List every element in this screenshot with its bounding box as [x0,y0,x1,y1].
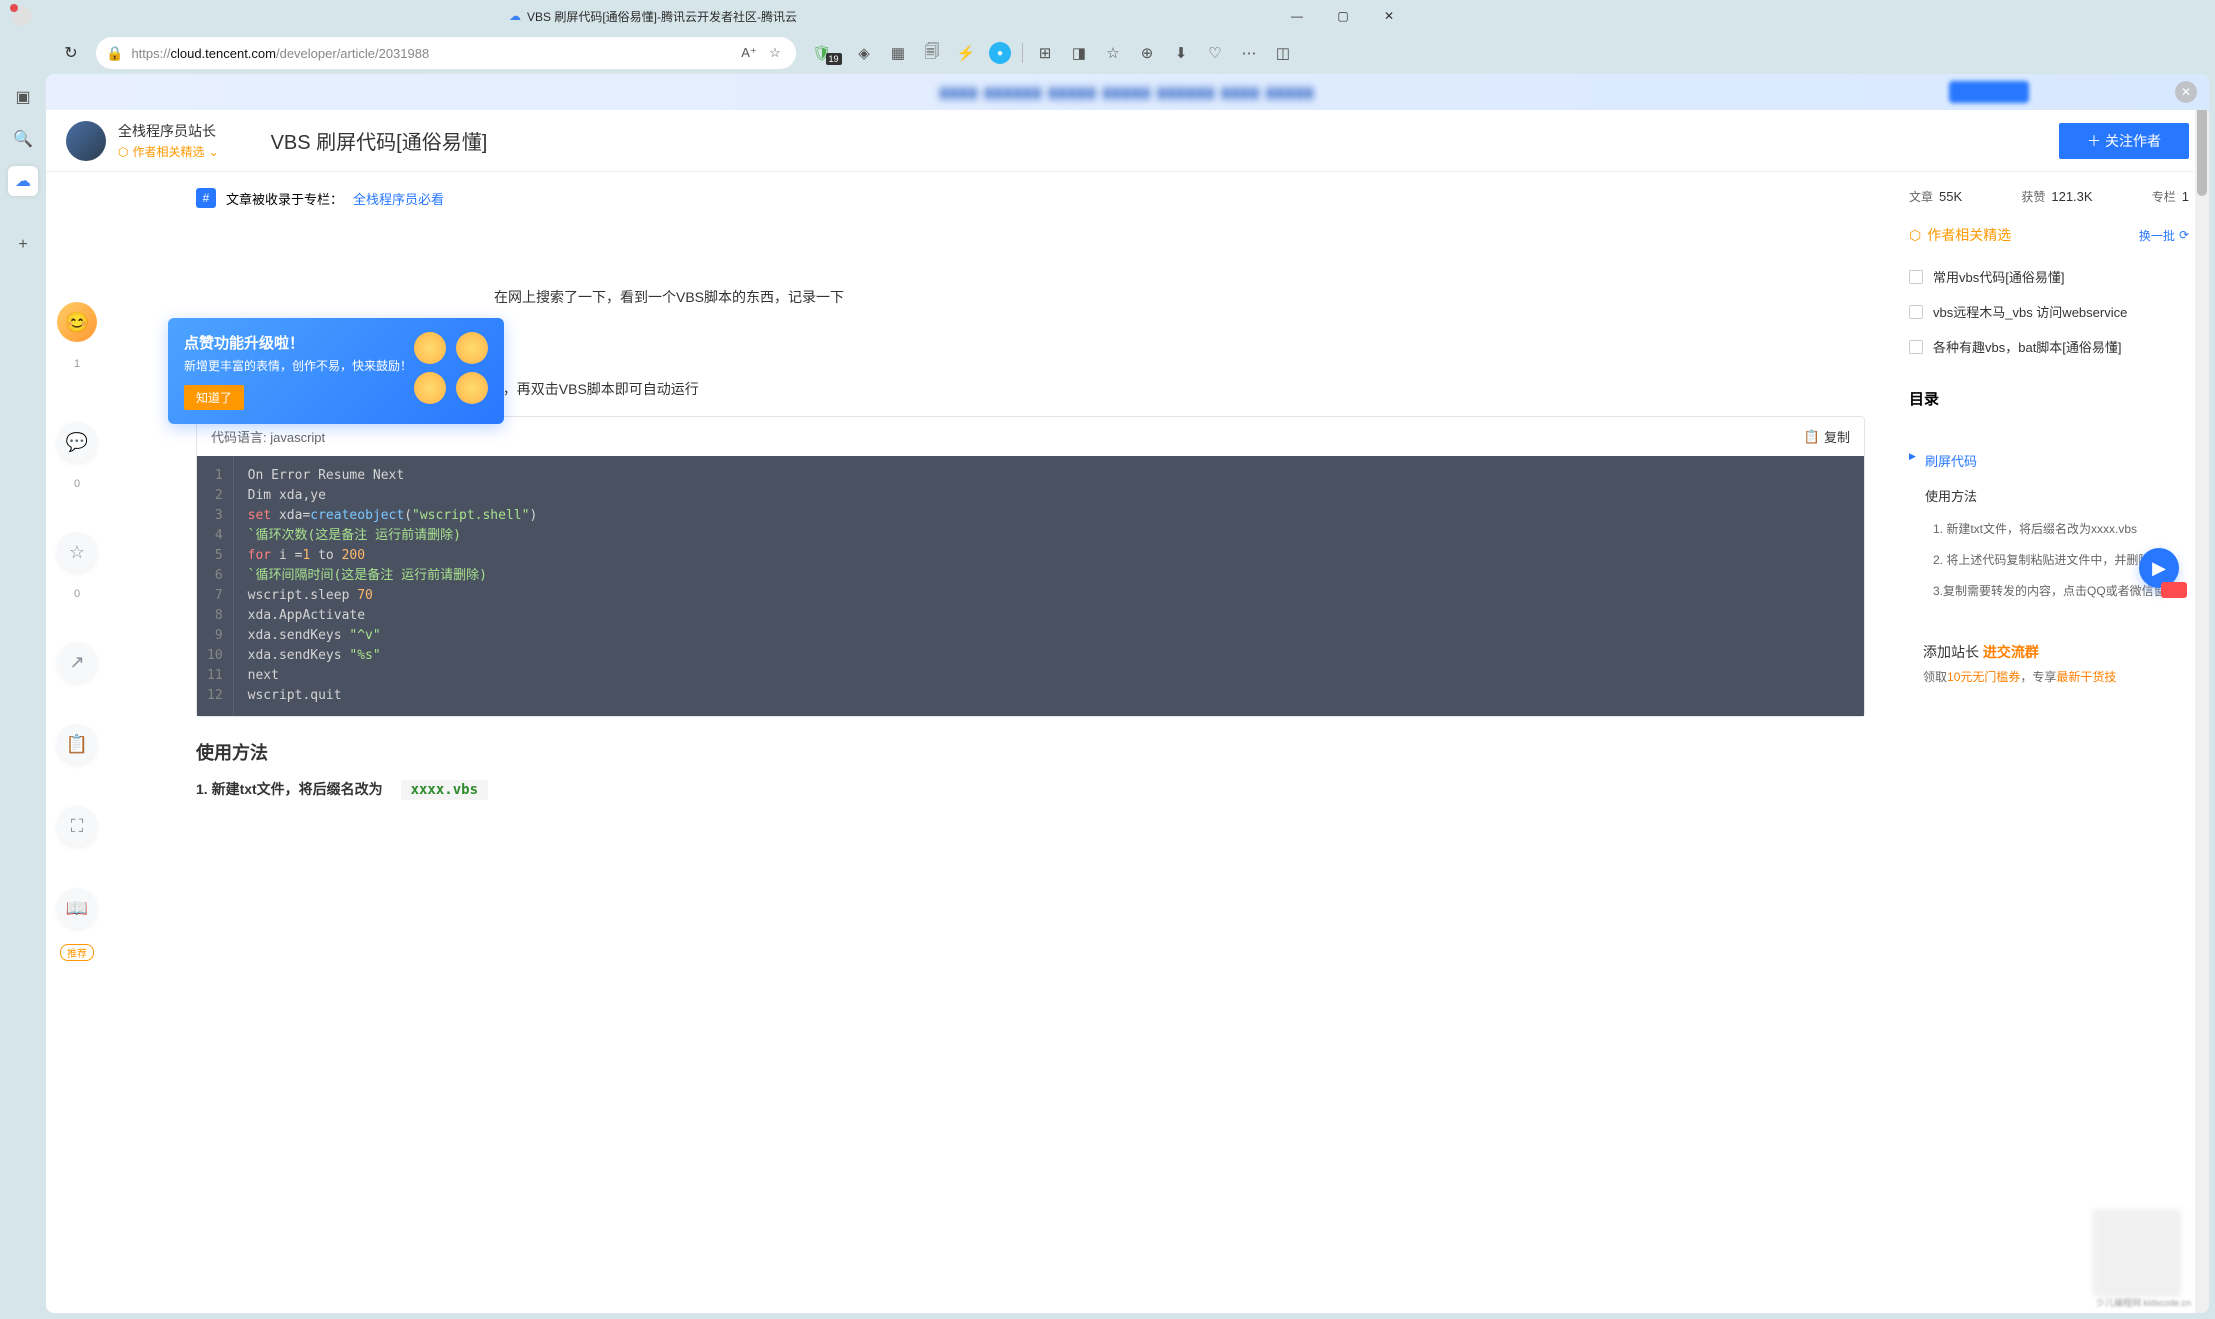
toc-item[interactable]: 刷屏代码 [1909,443,2189,478]
recommend-badge: 推荐 [60,944,94,961]
emoji-icon [414,332,446,364]
qr-code-blurred [2093,1209,2181,1297]
copy-icon: 📋 [1804,429,1820,445]
split-icon[interactable]: ◫ [1267,37,1299,69]
author-name[interactable]: 全栈程序员站长 [118,121,219,141]
follow-button[interactable]: ＋ 关注作者 [2059,123,2189,159]
recommend-button[interactable]: 📖 [57,888,97,928]
ext-shield-icon[interactable]: 🛡19 [814,37,846,69]
related-item[interactable]: vbs远程木马_vbs 访问webservice [1909,294,2189,329]
column-link[interactable]: 全栈程序员必看 [353,189,444,208]
action-rail: 😊 1 💬 0 ☆ 0 ↗ 📋 ⛶ 📖 推荐 [46,172,108,1313]
like-emoji-button[interactable]: 😊 [57,302,97,342]
reload-button[interactable]: ↻ [56,38,86,68]
code-language: 代码语言: javascript [211,427,325,446]
like-count: 1 [74,358,80,370]
favorites-icon[interactable]: ☆ [1097,37,1129,69]
report-button[interactable]: 📋 [57,724,97,764]
cloud-icon: ☁ [509,9,521,23]
emoji-icon [456,332,488,364]
more-icon[interactable]: ⋯ [1233,37,1265,69]
scrollbar[interactable] [2195,74,2209,1313]
promo-banner: ▮▮▮▮ ▮▮▮▮▮▮ ▮▮▮▮▮ ▮▮▮▮▮ ▮▮▮▮▮▮ ▮▮▮▮ ▮▮▮▮… [46,74,2209,110]
toc-item[interactable]: 使用方法 [1909,478,2189,513]
page-content: ▮▮▮▮ ▮▮▮▮▮▮ ▮▮▮▮▮ ▮▮▮▮▮ ▮▮▮▮▮▮ ▮▮▮▮ ▮▮▮▮… [46,74,2209,1313]
ext-copy-icon[interactable]: 🗐 [916,37,948,69]
code-content: On Error Resume NextDim xda,yeset xda=cr… [234,456,552,716]
plus-icon: ＋ [2087,131,2101,151]
sidebar-toggle-icon[interactable]: ◨ [1063,37,1095,69]
promo-box: 添加站长 进交流群 领取10元无门槛券，专享最新干货技 [1909,628,2189,699]
sidebar-tab-search[interactable]: 🔍 [8,124,38,154]
browser-sidebar: ▣ 🔍 ☁ + [0,74,46,260]
intro-text: 在网上搜索了一下，看到一个VBS脚本的东西，记录一下 [196,284,1865,311]
minimize-button[interactable]: — [1274,0,1320,32]
comment-count: 0 [74,478,80,490]
banner-cta-blurred[interactable] [1949,81,2029,103]
address-bar-row: ↻ 🔒 https://cloud.tencent.com/developer/… [0,32,1416,74]
favorite-icon[interactable]: ☆ [764,42,786,64]
read-aloud-icon[interactable]: A⁺ [738,42,760,64]
chevron-down-icon: ⌄ [209,145,219,159]
window-title: VBS 刷屏代码[通俗易懂]-腾讯云开发者社区-腾讯云 [527,8,797,25]
popup-confirm-button[interactable]: 知道了 [184,385,244,410]
close-button[interactable]: ✕ [1366,0,1412,32]
right-sidebar: 文章55K 获赞121.3K 专栏1 ⬡ 作者相关精选 换一批 ⟳ 常用vbs代… [1889,172,2209,1313]
maximize-button[interactable]: ▢ [1320,0,1366,32]
url-text: https://cloud.tencent.com/developer/arti… [131,46,429,61]
downloads-icon[interactable]: ⬇ [1165,37,1197,69]
performance-icon[interactable]: ♡ [1199,37,1231,69]
sidebar-tab-cloud[interactable]: ☁ [8,166,38,196]
lock-icon: 🔒 [106,45,123,62]
column-label: 文章被收录于专栏： [226,189,343,208]
refresh-icon: ⟳ [2179,228,2189,242]
float-badge[interactable] [2161,582,2187,598]
badge-icon: ⬡ [1909,227,1921,244]
address-bar[interactable]: 🔒 https://cloud.tencent.com/developer/ar… [96,37,796,69]
collections-icon[interactable]: ⊕ [1131,37,1163,69]
article-title: VBS 刷屏代码[通俗易懂] [271,126,488,155]
footer-logo: 少儿编程网 kidscode.cn [2096,1296,2191,1309]
step-1: 1. 新建txt文件，将后缀名改为 xxxx.vbs [196,779,1865,799]
emoji-icon [456,372,488,404]
hash-icon: # [196,188,216,208]
refresh-button[interactable]: 换一批 ⟳ [2139,227,2189,244]
article-header: 全栈程序员站长 ⬡ 作者相关精选 ⌄ VBS 刷屏代码[通俗易懂] ＋ 关注作者 [46,110,2209,172]
line-numbers: 123456789101112 [197,456,234,716]
toc-title: 目录 [1909,388,2189,409]
ext-bolt-icon[interactable]: ⚡ [950,37,982,69]
banner-text-blurred: ▮▮▮▮ ▮▮▮▮▮▮ ▮▮▮▮▮ ▮▮▮▮▮ ▮▮▮▮▮▮ ▮▮▮▮ ▮▮▮▮… [940,84,1315,101]
badge-icon: ⬡ [118,145,128,159]
related-title: ⬡ 作者相关精选 [1909,225,2011,245]
related-item[interactable]: 常用vbs代码[通俗易懂] [1909,259,2189,294]
toc-sub-item[interactable]: 1. 新建txt文件，将后缀名改为xxxx.vbs [1909,513,2189,544]
star-count: 0 [74,588,80,600]
section-heading: 使用方法 [196,739,1865,765]
stat-label: 文章 [1909,190,1933,204]
related-item[interactable]: 各种有趣vbs，bat脚本[通俗易懂] [1909,329,2189,364]
share-button[interactable]: ↗ [57,642,97,682]
sidebar-add-tab[interactable]: + [8,230,38,260]
code-block: 代码语言: javascript 📋 复制 123456789101112 On… [196,416,1865,717]
ext-qr-icon[interactable]: ▦ [882,37,914,69]
like-upgrade-popup: 点赞功能升级啦！ 新增更丰富的表情，创作不易，快来鼓励！ 知道了 [168,318,504,424]
extensions-icon[interactable]: ⊞ [1029,37,1061,69]
star-button[interactable]: ☆ [57,532,97,572]
banner-close-icon[interactable]: ✕ [2175,81,2197,103]
browser-profile-icon[interactable] [12,6,32,26]
copy-button[interactable]: 📋 复制 [1804,427,1850,446]
emoji-icon [414,372,446,404]
inline-code: xxxx.vbs [401,780,488,800]
window-titlebar: ☁ VBS 刷屏代码[通俗易懂]-腾讯云开发者社区-腾讯云 — ▢ ✕ [0,0,1416,32]
author-avatar[interactable] [66,121,106,161]
sidebar-tab-panels[interactable]: ▣ [8,82,38,112]
comment-button[interactable]: 💬 [57,422,97,462]
fullscreen-button[interactable]: ⛶ [57,806,97,846]
ext-cube-icon[interactable]: ◈ [848,37,880,69]
ext-blue-icon[interactable]: ● [984,37,1016,69]
author-tag: ⬡ 作者相关精选 ⌄ [118,143,219,160]
